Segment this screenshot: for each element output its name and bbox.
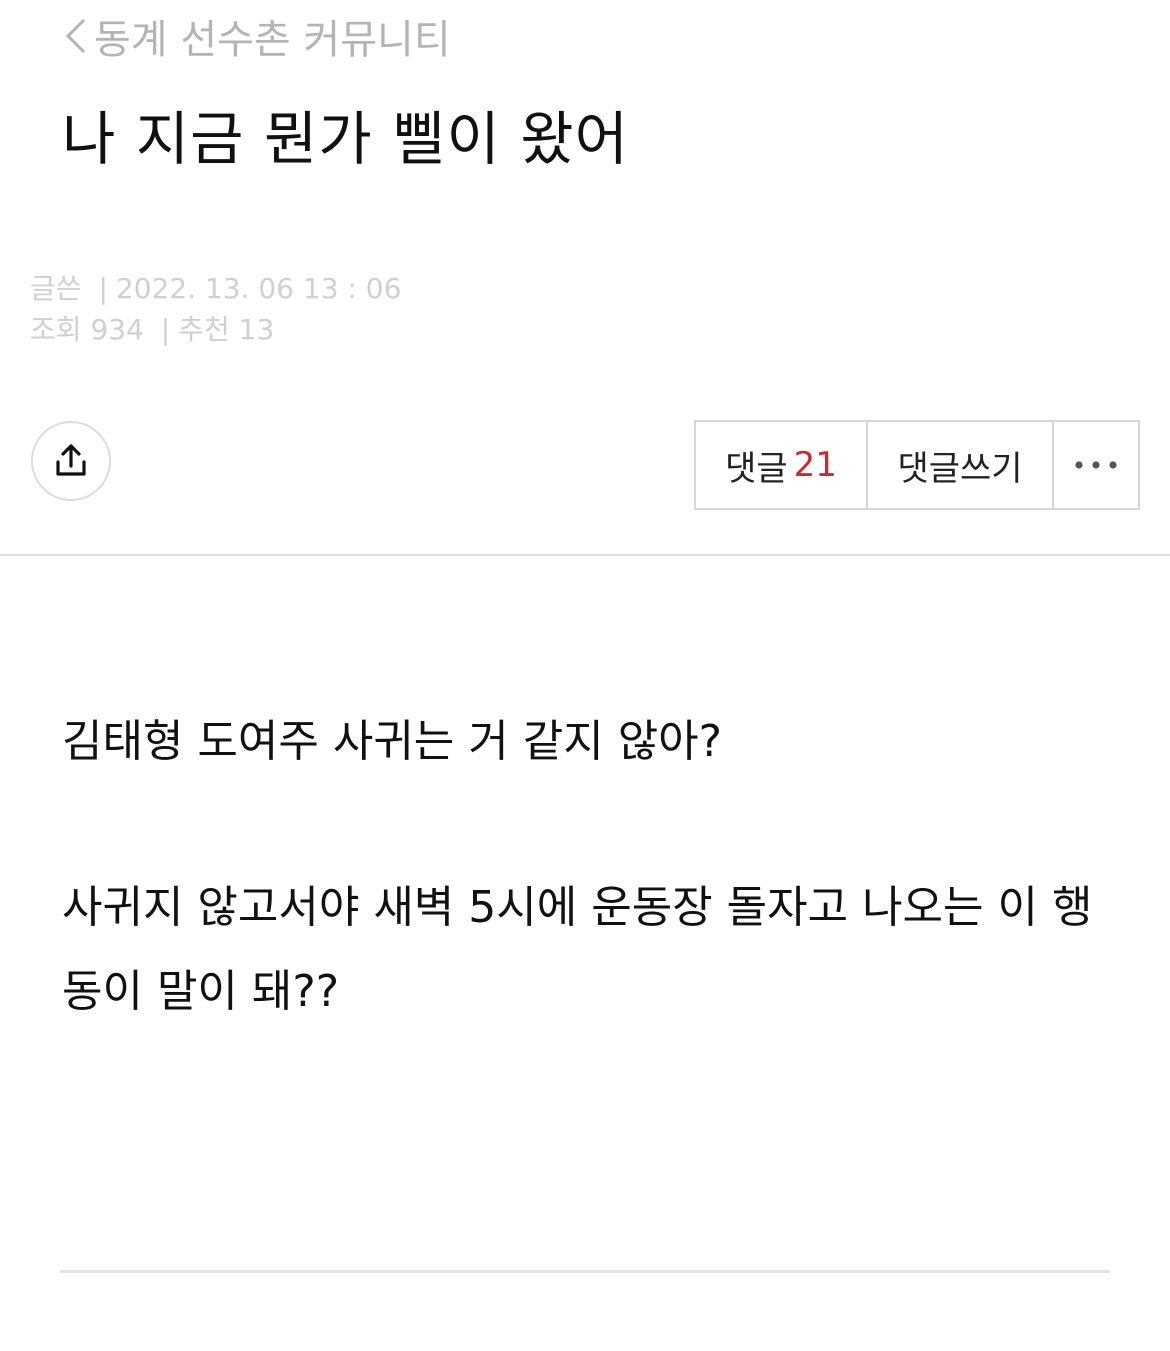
- write-comment-button[interactable]: 댓글쓰기: [866, 422, 1052, 508]
- comments-count: 21: [793, 445, 837, 485]
- author-label: 글쓴: [30, 272, 82, 305]
- post-action-buttons: 댓글 21 댓글쓰기: [694, 420, 1140, 510]
- post-title: 나 지금 뭔가 삘이 왔어: [62, 105, 629, 173]
- post-datetime: 2022. 13. 06 13 : 06: [115, 272, 402, 305]
- community-name: 동계 선수촌 커뮤니티: [94, 17, 451, 63]
- post-body: 김태형 도여주 사귀는 거 같지 않아? 사귀지 않고서야 새벽 5시에 운동장…: [62, 700, 1132, 1034]
- comments-label: 댓글: [725, 448, 788, 489]
- write-comment-label: 댓글쓰기: [897, 448, 1023, 489]
- meta-separator: |: [98, 272, 108, 305]
- views-count: 934: [90, 313, 144, 346]
- views-label: 조회: [30, 313, 82, 346]
- meta-line-author: 글쓴 | 2022. 13. 06 13 : 06: [30, 268, 401, 309]
- share-button[interactable]: [31, 421, 111, 501]
- more-dots-icon: [1075, 461, 1117, 469]
- chevron-left-icon: [65, 18, 86, 54]
- body-paragraph: 사귀지 않고서야 새벽 5시에 운동장 돌자고 나오는 이 행동이 말이 돼??: [62, 882, 1093, 1017]
- comments-button[interactable]: 댓글 21: [696, 422, 866, 508]
- share-upload-icon: [56, 444, 86, 476]
- meta-separator: |: [160, 313, 171, 346]
- back-link[interactable]: 동계 선수촌 커뮤니티: [62, 8, 451, 64]
- post-meta: 글쓴 | 2022. 13. 06 13 : 06 조회 934 | 추천 13: [30, 268, 401, 350]
- header-divider: [0, 554, 1170, 556]
- more-button[interactable]: [1052, 422, 1138, 508]
- body-paragraph: 김태형 도여주 사귀는 거 같지 않아?: [62, 716, 723, 767]
- meta-line-stats: 조회 934 | 추천 13: [30, 309, 401, 350]
- recommend-label: 추천: [178, 313, 230, 346]
- recommend-count: 13: [238, 313, 275, 346]
- body-divider: [60, 1270, 1110, 1273]
